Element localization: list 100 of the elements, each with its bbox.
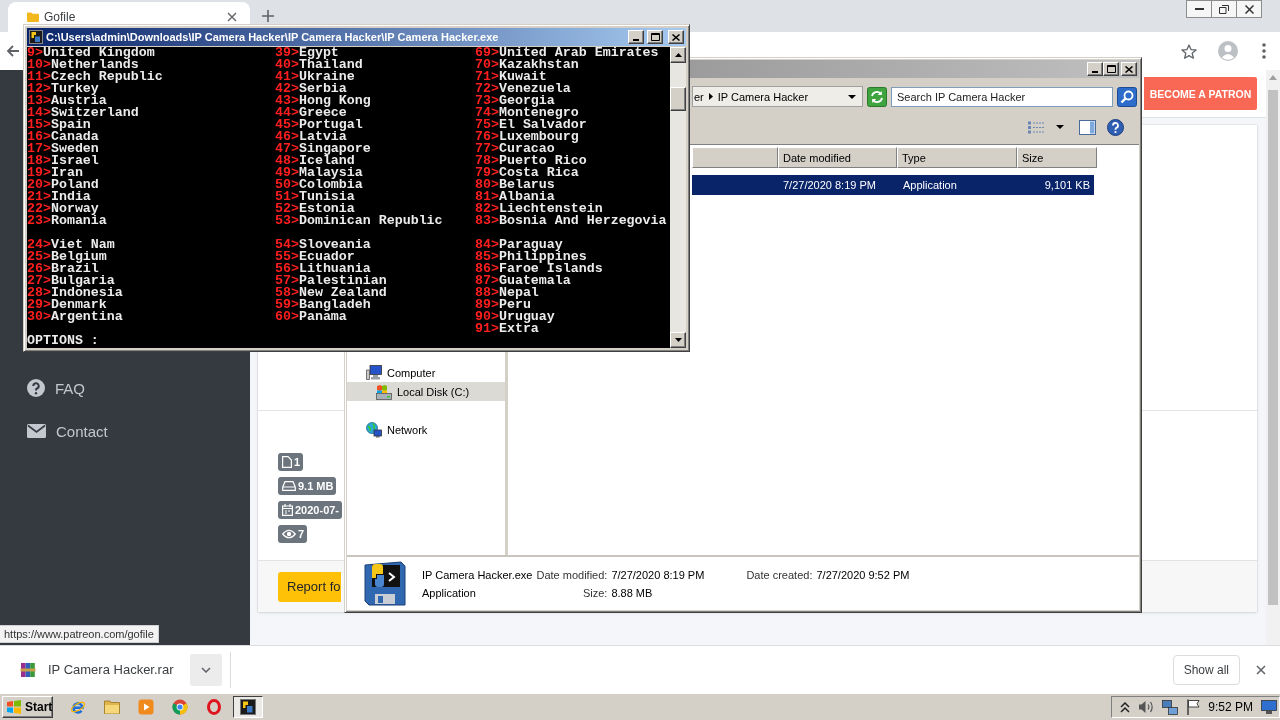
star-icon[interactable] — [1181, 43, 1197, 59]
kebab-menu-icon[interactable] — [1262, 43, 1266, 59]
breadcrumb-item[interactable]: IP Camera Hacker — [717, 90, 809, 103]
minimize-button[interactable] — [1186, 0, 1212, 18]
start-button[interactable]: Start — [2, 696, 53, 718]
scrollbar[interactable] — [670, 47, 686, 348]
menu-option: 77>Curacao — [475, 143, 670, 155]
sidebar-item[interactable]: FAQ — [0, 373, 250, 403]
close-icon[interactable] — [1256, 664, 1266, 675]
scroll-down-icon — [674, 338, 682, 342]
detail-label: Date modified: — [536, 567, 608, 583]
dropdown-caret-icon[interactable] — [1056, 125, 1064, 129]
menu-option: 51>Tunisia — [275, 191, 475, 203]
menu-option: 47>Singapore — [275, 143, 475, 155]
maximize-icon — [650, 33, 660, 41]
menu-option: 82>Liechtenstein — [475, 203, 670, 215]
menu-option: 74>Montenegro — [475, 107, 670, 119]
menu-option: 13>Austria — [27, 95, 275, 107]
menu-option: 60>Panama — [275, 311, 475, 323]
app-icon — [29, 30, 43, 44]
sidebar-item[interactable]: Contact — [0, 416, 250, 446]
column-header[interactable]: Type — [897, 147, 1017, 168]
scroll-down-button[interactable] — [670, 332, 686, 348]
menu-option: 23>Romania — [27, 215, 275, 227]
scrollbar[interactable] — [1266, 70, 1280, 645]
menu-option: 21>India — [27, 191, 275, 203]
speaker-icon[interactable] — [1138, 700, 1155, 714]
chevron-up-icon[interactable] — [1120, 701, 1131, 713]
menu-option: 83>Bosnia And Herzegovia — [475, 215, 670, 227]
menu-option: 15>Spain — [27, 119, 275, 131]
refresh-icon[interactable] — [867, 86, 887, 107]
info-badge: 9.1 MB — [278, 477, 337, 495]
scroll-thumb[interactable] — [670, 87, 686, 111]
calendar-icon — [282, 504, 293, 516]
dropdown-caret-icon[interactable] — [848, 94, 856, 99]
status-url: https://www.patreon.com/gofile — [0, 625, 159, 643]
address-bar[interactable]: er IP Camera Hacker — [692, 86, 863, 107]
menu-option: 59>Bangladeh — [275, 299, 475, 311]
menu-option: 70>Kazakhstan — [475, 59, 670, 71]
detail-title: IP Camera Hacker.exe — [422, 567, 533, 583]
nav-item[interactable]: Local Disk (C:) — [347, 382, 505, 401]
clock[interactable]: 9:52 PM — [1208, 700, 1253, 714]
nav-item[interactable]: Network — [347, 420, 505, 439]
column-header[interactable] — [692, 147, 778, 168]
scroll-thumb[interactable] — [1268, 90, 1278, 605]
help-icon[interactable] — [1107, 118, 1124, 136]
network-icon[interactable] — [1162, 699, 1179, 715]
file-row[interactable]: 7/27/2020 8:19 PM Application 9,101 KB — [692, 175, 1094, 195]
menu-option: 16>Canada — [27, 131, 275, 143]
restore-button[interactable] — [1211, 0, 1237, 18]
taskbar-button[interactable] — [233, 696, 263, 718]
column-header[interactable]: Date modified — [778, 147, 897, 168]
preview-pane-icon[interactable] — [1079, 119, 1096, 135]
menu-option: 90>Uruguay — [475, 311, 670, 323]
maximize-button[interactable] — [647, 30, 663, 44]
scroll-up-button[interactable] — [670, 47, 686, 63]
table-cell-text: 7/27/2020 8:19 PM — [782, 179, 877, 191]
breadcrumb-item[interactable]: er — [694, 90, 704, 103]
maximize-button[interactable] — [1103, 62, 1119, 76]
search-icon[interactable] — [1117, 86, 1137, 107]
play-icon — [138, 699, 154, 715]
menu-option: 12>Turkey — [27, 83, 275, 95]
plus-icon[interactable] — [262, 10, 274, 22]
minimize-icon — [1194, 8, 1204, 10]
breadcrumb-arrow-icon[interactable] — [708, 93, 713, 100]
file-icon — [282, 456, 292, 468]
folder-icon — [104, 700, 120, 714]
eye-icon — [282, 529, 296, 539]
search-field[interactable]: Search IP Camera Hacker — [891, 86, 1113, 107]
disk-icon — [376, 383, 392, 400]
desktop-icon[interactable] — [1261, 700, 1277, 714]
help-icon — [27, 379, 45, 397]
folder-icon — [27, 12, 39, 22]
network-icon — [366, 421, 382, 438]
detail-value: 7/27/2020 9:52 PM — [816, 567, 910, 583]
menu-option: 87>Guatemala — [475, 275, 670, 287]
menu-option: 46>Latvia — [275, 131, 475, 143]
menu-option: 10>Netherlands — [27, 59, 275, 71]
menu-option: 80>Belarus — [475, 179, 670, 191]
windows-flag-icon — [6, 700, 22, 714]
archive-icon — [20, 661, 36, 678]
download-file-name[interactable]: IP Camera Hacker.rar — [48, 662, 174, 677]
menu-option: 58>New Zealand — [275, 287, 475, 299]
flag-icon[interactable] — [1186, 699, 1201, 715]
menu-option: 18>Israel — [27, 155, 275, 167]
menu-option: 26>Brazil — [27, 263, 275, 275]
back-arrow-icon[interactable] — [6, 44, 20, 58]
nav-item[interactable]: Computer — [347, 363, 505, 382]
menu-option: 28>Indonesia — [27, 287, 275, 299]
close-button[interactable] — [1236, 0, 1262, 18]
drive-icon — [282, 481, 296, 491]
close-icon[interactable] — [227, 12, 237, 22]
restore-icon — [1219, 4, 1229, 14]
show-all-button[interactable]: Show all — [1172, 654, 1240, 685]
detail-label: Date created: — [746, 567, 813, 583]
app-icon — [240, 699, 256, 715]
report-button[interactable]: Report fo — [278, 571, 342, 602]
column-header[interactable]: Size — [1017, 147, 1097, 168]
menu-option: 25>Belgium — [27, 251, 275, 263]
info-badge: 2020-07- — [278, 501, 343, 519]
